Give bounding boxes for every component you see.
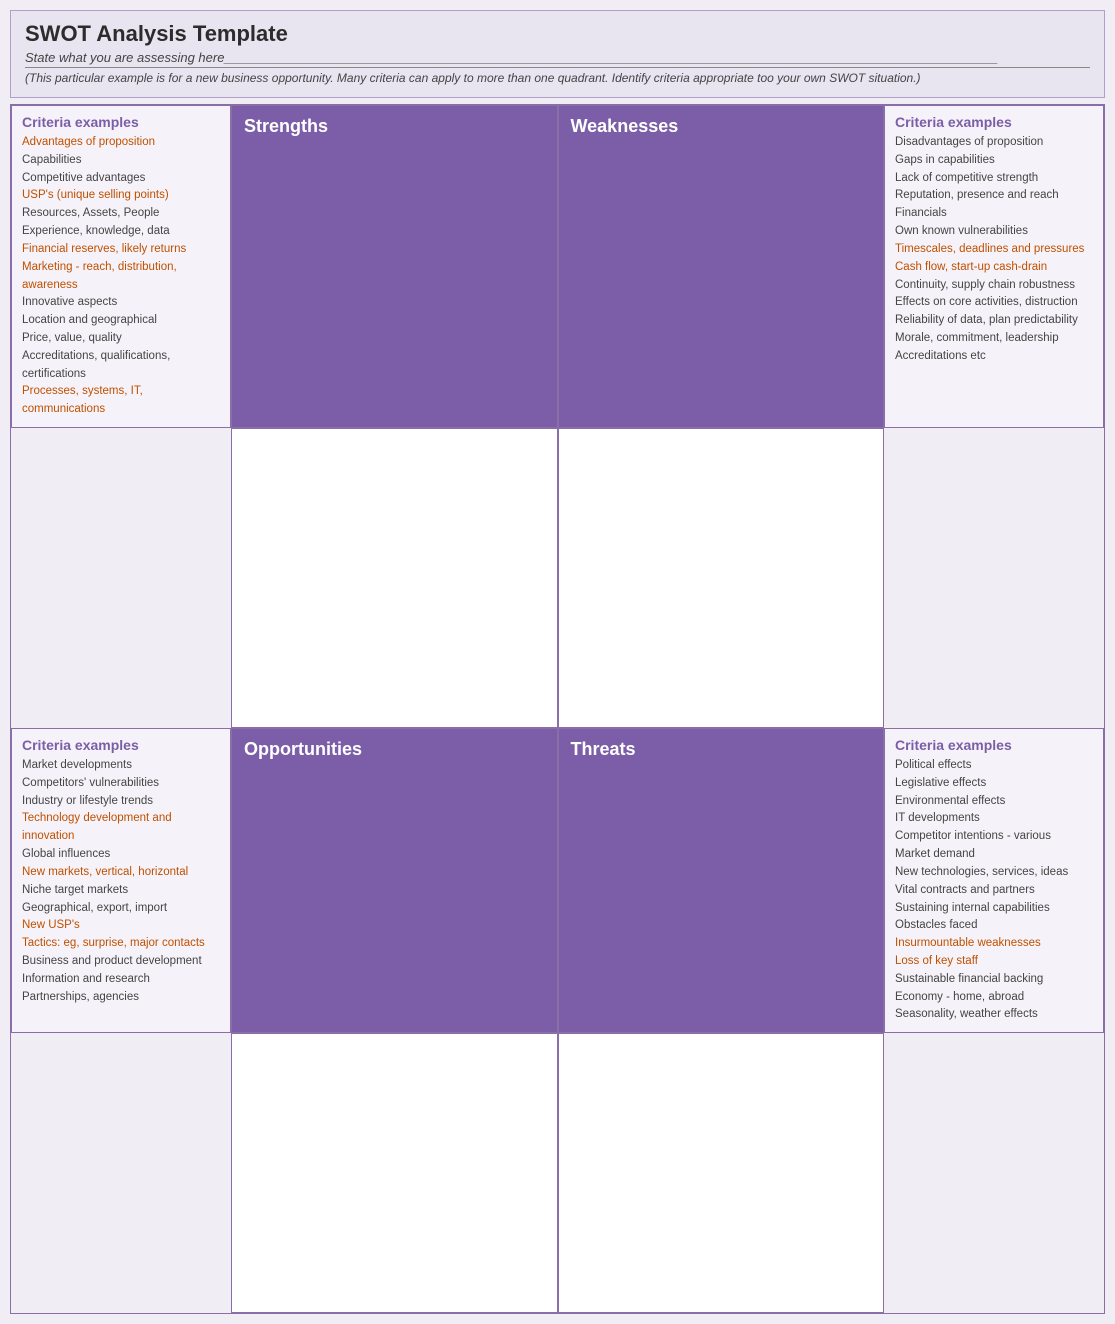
list-item: Business and product development — [22, 953, 220, 971]
list-item: New USP's — [22, 917, 220, 935]
criteria-bottom-left-header: Criteria examples — [22, 737, 220, 753]
list-item: Economy - home, abroad — [895, 989, 1093, 1007]
list-item: certifications — [22, 366, 220, 384]
list-item: Cash flow, start-up cash-drain — [895, 259, 1093, 277]
list-item: Market developments — [22, 757, 220, 775]
strengths-header: Strengths — [231, 105, 558, 428]
list-item: innovation — [22, 828, 220, 846]
criteria-top-right-header: Criteria examples — [895, 114, 1093, 130]
threats-content[interactable] — [558, 1033, 885, 1313]
opportunities-content[interactable] — [231, 1033, 558, 1313]
criteria-bottom-right-header: Criteria examples — [895, 737, 1093, 753]
list-item: Technology development and — [22, 810, 220, 828]
list-item: Environmental effects — [895, 793, 1093, 811]
list-item: Industry or lifestyle trends — [22, 793, 220, 811]
list-item: Reputation, presence and reach — [895, 187, 1093, 205]
list-item: New markets, vertical, horizontal — [22, 864, 220, 882]
list-item: Financials — [895, 205, 1093, 223]
swot-grid: Criteria examples Advantages of propositi… — [10, 104, 1105, 1314]
list-item: awareness — [22, 277, 220, 295]
opportunities-header: Opportunities — [231, 728, 558, 1033]
list-item: Capabilities — [22, 152, 220, 170]
list-item: Processes, systems, IT, — [22, 383, 220, 401]
list-item: Sustainable financial backing — [895, 971, 1093, 989]
list-item: Own known vulnerabilities — [895, 223, 1093, 241]
list-item: Advantages of proposition — [22, 134, 220, 152]
page: SWOT Analysis Template State what you ar… — [0, 0, 1115, 1324]
list-item: Information and research — [22, 971, 220, 989]
list-item: Morale, commitment, leadership — [895, 330, 1093, 348]
list-item: Political effects — [895, 757, 1093, 775]
list-item: Tactics: eg, surprise, major contacts — [22, 935, 220, 953]
list-item: IT developments — [895, 810, 1093, 828]
list-item: Seasonality, weather effects — [895, 1006, 1093, 1024]
criteria-top-right: Criteria examples Disadvantages of propos… — [884, 105, 1104, 428]
list-item: Sustaining internal capabilities — [895, 900, 1093, 918]
list-item: Continuity, supply chain robustness — [895, 277, 1093, 295]
page-title: SWOT Analysis Template — [25, 21, 1090, 47]
list-item: Accreditations, qualifications, — [22, 348, 220, 366]
list-item: Competitive advantages — [22, 170, 220, 188]
list-item: Accreditations etc — [895, 348, 1093, 366]
list-item: Financial reserves, likely returns — [22, 241, 220, 259]
header-description: (This particular example is for a new bu… — [25, 71, 1090, 85]
list-item: Location and geographical — [22, 312, 220, 330]
weaknesses-content[interactable] — [558, 428, 885, 728]
list-item: Geographical, export, import — [22, 900, 220, 918]
threats-header: Threats — [558, 728, 885, 1033]
list-item: Lack of competitive strength — [895, 170, 1093, 188]
list-item: Obstacles faced — [895, 917, 1093, 935]
criteria-top-left-header: Criteria examples — [22, 114, 220, 130]
strengths-content[interactable] — [231, 428, 558, 728]
list-item: communications — [22, 401, 220, 419]
header-section: SWOT Analysis Template State what you ar… — [10, 10, 1105, 98]
weaknesses-header: Weaknesses — [558, 105, 885, 428]
list-item: Resources, Assets, People — [22, 205, 220, 223]
criteria-bottom-left: Criteria examplesMarket developmentsComp… — [11, 728, 231, 1033]
header-subtitle: State what you are assessing here_______… — [25, 50, 1090, 68]
list-item: Competitor intentions - various — [895, 828, 1093, 846]
list-item: Reliability of data, plan predictability — [895, 312, 1093, 330]
list-item: Vital contracts and partners — [895, 882, 1093, 900]
list-item: Experience, knowledge, data — [22, 223, 220, 241]
criteria-top-left: Criteria examples Advantages of propositi… — [11, 105, 231, 428]
list-item: Timescales, deadlines and pressures — [895, 241, 1093, 259]
list-item: Loss of key staff — [895, 953, 1093, 971]
list-item: Market demand — [895, 846, 1093, 864]
list-item: Price, value, quality — [22, 330, 220, 348]
list-item: New technologies, services, ideas — [895, 864, 1093, 882]
list-item: Insurmountable weaknesses — [895, 935, 1093, 953]
list-item: Partnerships, agencies — [22, 989, 220, 1007]
list-item: Innovative aspects — [22, 294, 220, 312]
list-item: Gaps in capabilities — [895, 152, 1093, 170]
list-item: Effects on core activities, distruction — [895, 294, 1093, 312]
list-item: Niche target markets — [22, 882, 220, 900]
list-item: Marketing - reach, distribution, — [22, 259, 220, 277]
list-item: Global influences — [22, 846, 220, 864]
list-item: USP's (unique selling points) — [22, 187, 220, 205]
list-item: Disadvantages of proposition — [895, 134, 1093, 152]
criteria-bottom-right: Criteria examplesPolitical effectsLegisl… — [884, 728, 1104, 1033]
